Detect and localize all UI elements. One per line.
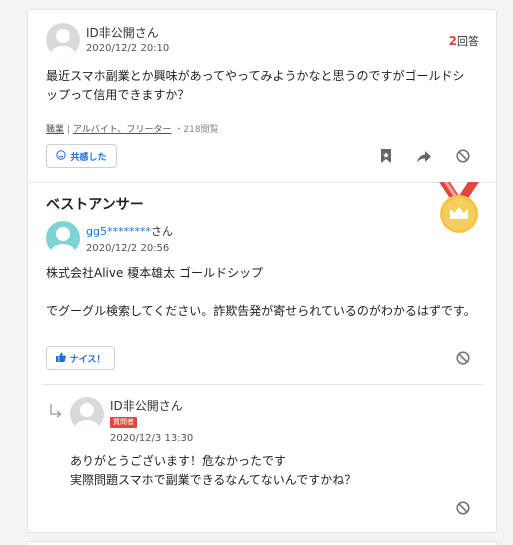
reply-report-icon[interactable] [455, 500, 471, 516]
empathy-label: 共感した [70, 152, 107, 163]
question-text: 最近スマホ副業とか興味があってやってみようかなと思うのですがゴールドシップって信… [46, 69, 465, 102]
best-answerer-name[interactable]: gg5********さん [86, 223, 173, 239]
category-separator: | [66, 125, 70, 135]
question-meta: 職業 | アルバイト、フリーター ・218閲覧 [46, 122, 219, 135]
best-answer-date: 2020/12/2 20:56 [86, 243, 170, 254]
reply-text: ありがとうございます！危なかったです 実際問題スマホで副業できるなんてないんです… [70, 454, 357, 487]
best-answer-report-icon[interactable] [455, 350, 471, 366]
question-card: ID非公開さん 2020/12/2 20:10 2回答 最近スマホ副業とか興味が… [27, 9, 498, 533]
share-icon[interactable] [416, 149, 432, 165]
category-link-1[interactable]: 職業 [46, 125, 64, 135]
next-card [27, 541, 497, 545]
best-answer-text: 株式会社Alive 榎本雄太 ゴールドシップ でグーグル検索してください。詐欺告… [46, 266, 476, 318]
empathy-button[interactable]: 共感した [46, 144, 117, 168]
questioner-badge: 質問者 [110, 417, 137, 428]
category-link-2[interactable]: アルバイト、フリーター [73, 125, 172, 135]
answer-count: 2回答 [448, 34, 479, 48]
reply-date: 2020/12/3 13:30 [110, 433, 194, 444]
best-answerer-avatar[interactable] [46, 221, 80, 255]
view-count: ・218閲覧 [174, 125, 219, 135]
reply-arrow-icon [49, 404, 63, 420]
question-date: 2020/12/2 20:10 [86, 43, 170, 54]
reply-user-name[interactable]: ID非公開さん [110, 397, 183, 414]
best-answerer-id[interactable]: gg5******** [86, 225, 151, 238]
best-answer-heading: ベストアンサー [46, 197, 144, 213]
reply-avatar[interactable] [70, 397, 104, 431]
questioner-avatar[interactable] [46, 23, 80, 57]
report-icon[interactable] [455, 148, 471, 164]
bookmark-icon[interactable] [378, 148, 394, 164]
question-divider [28, 182, 498, 183]
nice-button[interactable]: ナイス！ [46, 346, 115, 370]
questioner-name[interactable]: ID非公開さん [86, 24, 159, 41]
medal-icon [436, 182, 482, 236]
nice-label: ナイス！ [69, 354, 106, 365]
thumbs-up-icon [55, 352, 66, 365]
answer-divider [42, 384, 484, 385]
smile-icon [56, 149, 67, 163]
